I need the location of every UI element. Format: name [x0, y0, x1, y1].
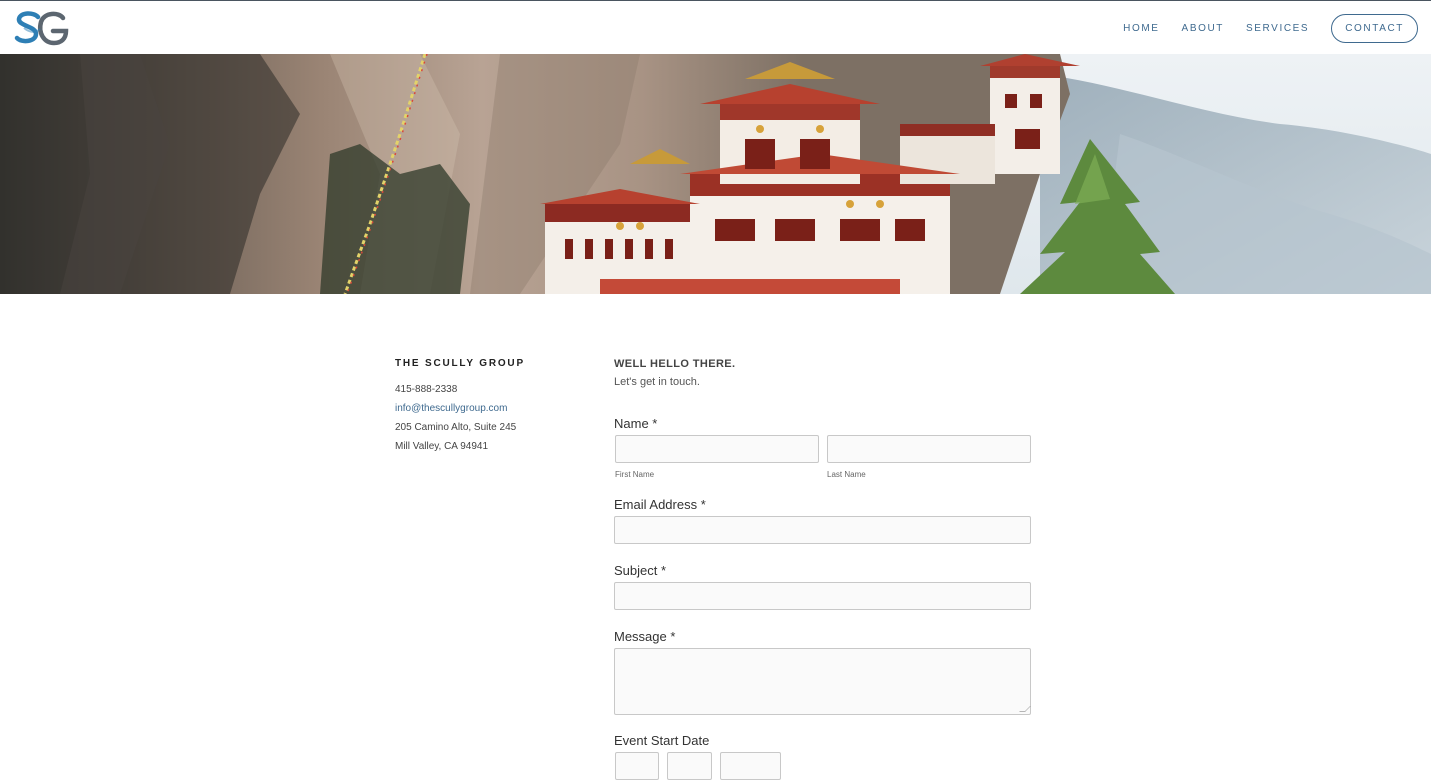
- nav-services[interactable]: SERVICES: [1246, 23, 1309, 34]
- hero-banner-image: [0, 54, 1431, 294]
- event-date-label: Event Start Date: [614, 733, 710, 748]
- event-month-input[interactable]: [615, 752, 659, 780]
- subject-input[interactable]: [614, 582, 1031, 610]
- nav-about[interactable]: ABOUT: [1182, 23, 1224, 34]
- event-year-input[interactable]: [720, 752, 781, 780]
- message-textarea[interactable]: [614, 648, 1031, 715]
- event-day-input[interactable]: [667, 752, 712, 780]
- name-label: Name *: [614, 416, 658, 431]
- last-name-input[interactable]: [827, 435, 1031, 463]
- email-link[interactable]: info@thescullygroup.com: [395, 399, 585, 418]
- email-input[interactable]: [614, 516, 1031, 544]
- first-name-input[interactable]: [615, 435, 819, 463]
- main-nav: HOME ABOUT SERVICES CONTACT: [1101, 14, 1418, 43]
- company-name: THE SCULLY GROUP: [395, 358, 525, 369]
- address-line-2: Mill Valley, CA 94941: [395, 441, 489, 452]
- site-header: HOME ABOUT SERVICES CONTACT: [0, 0, 1431, 54]
- nav-contact-button[interactable]: CONTACT: [1331, 14, 1418, 43]
- last-name-sublabel: Last Name: [827, 470, 866, 479]
- contact-info: THE SCULLY GROUP 415-888-2338 info@thesc…: [395, 358, 585, 456]
- logo-icon[interactable]: [14, 9, 70, 47]
- form-title: WELL HELLO THERE.: [614, 358, 736, 370]
- form-subtitle: Let's get in touch.: [614, 376, 700, 388]
- address-line-1: 205 Camino Alto, Suite 245: [395, 422, 517, 433]
- subject-label: Subject *: [614, 563, 667, 578]
- first-name-sublabel: First Name: [615, 470, 655, 479]
- phone-number: 415-888-2338: [395, 384, 458, 395]
- email-label: Email Address *: [614, 497, 706, 512]
- nav-home[interactable]: HOME: [1123, 23, 1159, 34]
- message-label: Message *: [614, 629, 676, 644]
- resize-grip-icon[interactable]: [1019, 706, 1031, 712]
- contact-form: WELL HELLO THERE. Let's get in touch. Na…: [614, 358, 1034, 780]
